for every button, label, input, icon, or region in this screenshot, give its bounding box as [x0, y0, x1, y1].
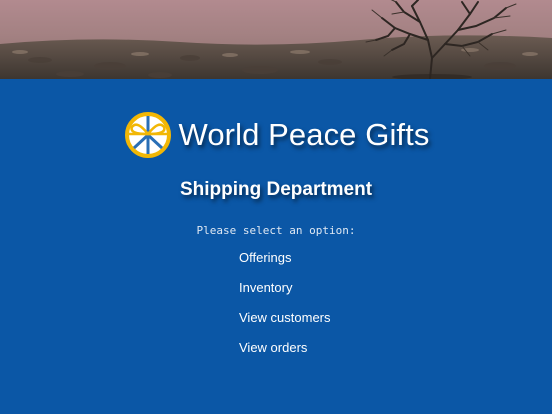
header-banner-image: [0, 0, 552, 79]
options-menu: Offerings Inventory View customers View …: [239, 249, 331, 369]
main-panel: World Peace Gifts Shipping Department Pl…: [0, 79, 552, 414]
inventory-link[interactable]: Inventory: [239, 280, 292, 295]
page-title: Shipping Department: [179, 179, 373, 200]
offerings-link[interactable]: Offerings: [239, 250, 292, 265]
menu-item: View customers: [239, 309, 331, 339]
menu-item: View orders: [239, 339, 331, 369]
peace-sign-gift-bow-icon: [124, 112, 171, 158]
view-orders-link[interactable]: View orders: [239, 340, 307, 355]
desert-landscape-image: [0, 0, 552, 79]
brand-header: World Peace Gifts: [0, 110, 552, 160]
brand-name: World Peace Gifts: [178, 117, 430, 152]
menu-prompt: Please select an option:: [196, 224, 356, 237]
view-customers-link[interactable]: View customers: [239, 310, 331, 325]
menu-item: Inventory: [239, 279, 331, 309]
menu-item: Offerings: [239, 249, 331, 279]
